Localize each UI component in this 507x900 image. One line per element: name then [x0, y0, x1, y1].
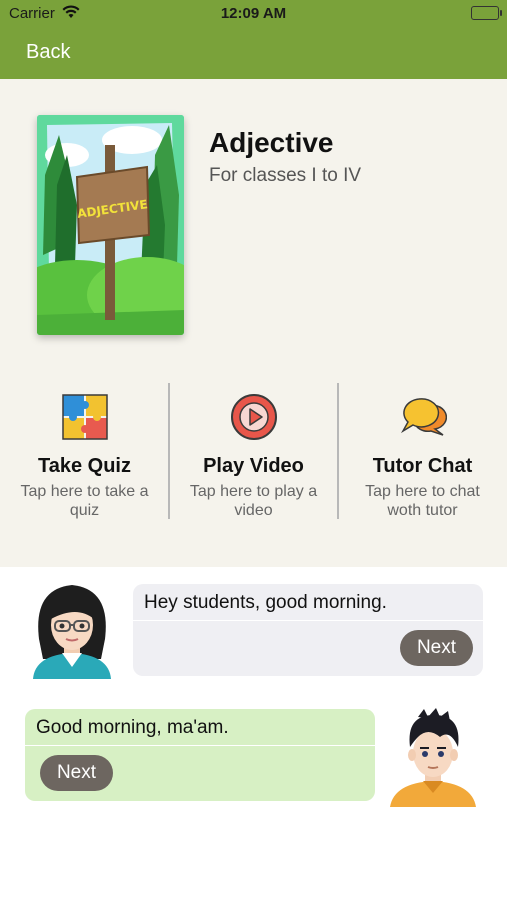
play-icon — [231, 394, 277, 440]
student-next-button[interactable]: Next — [40, 755, 113, 791]
status-time: 12:09 AM — [220, 5, 287, 22]
take-quiz-title: Take Quiz — [38, 455, 131, 477]
bubble-divider — [25, 745, 375, 746]
nav-bar: Back — [0, 28, 507, 79]
course-header: ADJECTIVE Adjective For classes I to IV … — [0, 79, 507, 567]
tutor-chat-description: Tap here to chat woth tutor — [365, 483, 480, 519]
bubble-divider — [133, 620, 483, 621]
play-video-button[interactable]: Play Video Tap here to play a video — [169, 383, 338, 519]
teacher-next-button[interactable]: Next — [400, 630, 473, 666]
play-video-description: Tap here to play a video — [189, 483, 318, 519]
student-avatar — [390, 708, 476, 807]
chat-area: Hey students, good morning. Next Good mo… — [0, 567, 507, 900]
battery-icon — [471, 6, 502, 20]
cover-illustration: ADJECTIVE — [37, 115, 184, 335]
action-row: Take Quiz Tap here to take a quiz Play V… — [0, 383, 507, 519]
puzzle-icon — [62, 394, 108, 440]
tutor-chat-button[interactable]: Tutor Chat Tap here to chat woth tutor — [338, 383, 507, 519]
course-cover-image: ADJECTIVE — [37, 115, 184, 335]
play-video-title: Play Video — [203, 455, 304, 477]
take-quiz-description: Tap here to take a quiz — [20, 483, 149, 519]
take-quiz-button[interactable]: Take Quiz Tap here to take a quiz — [0, 383, 169, 519]
tutor-chat-title: Tutor Chat — [372, 455, 473, 477]
student-message-text: Good morning, ma'am. — [36, 717, 229, 738]
teacher-message-bubble: Hey students, good morning. Next — [133, 584, 483, 676]
back-button[interactable]: Back — [26, 41, 70, 64]
teacher-message-text: Hey students, good morning. — [144, 592, 387, 613]
course-title: Adjective — [209, 127, 334, 158]
course-subtitle: For classes I to IV — [209, 165, 362, 186]
chat-bubbles-icon — [400, 398, 447, 436]
teacher-avatar — [33, 585, 111, 679]
status-bar: Carrier 12:09 AM — [0, 0, 507, 28]
student-message-bubble: Good morning, ma'am. Next — [25, 709, 375, 801]
